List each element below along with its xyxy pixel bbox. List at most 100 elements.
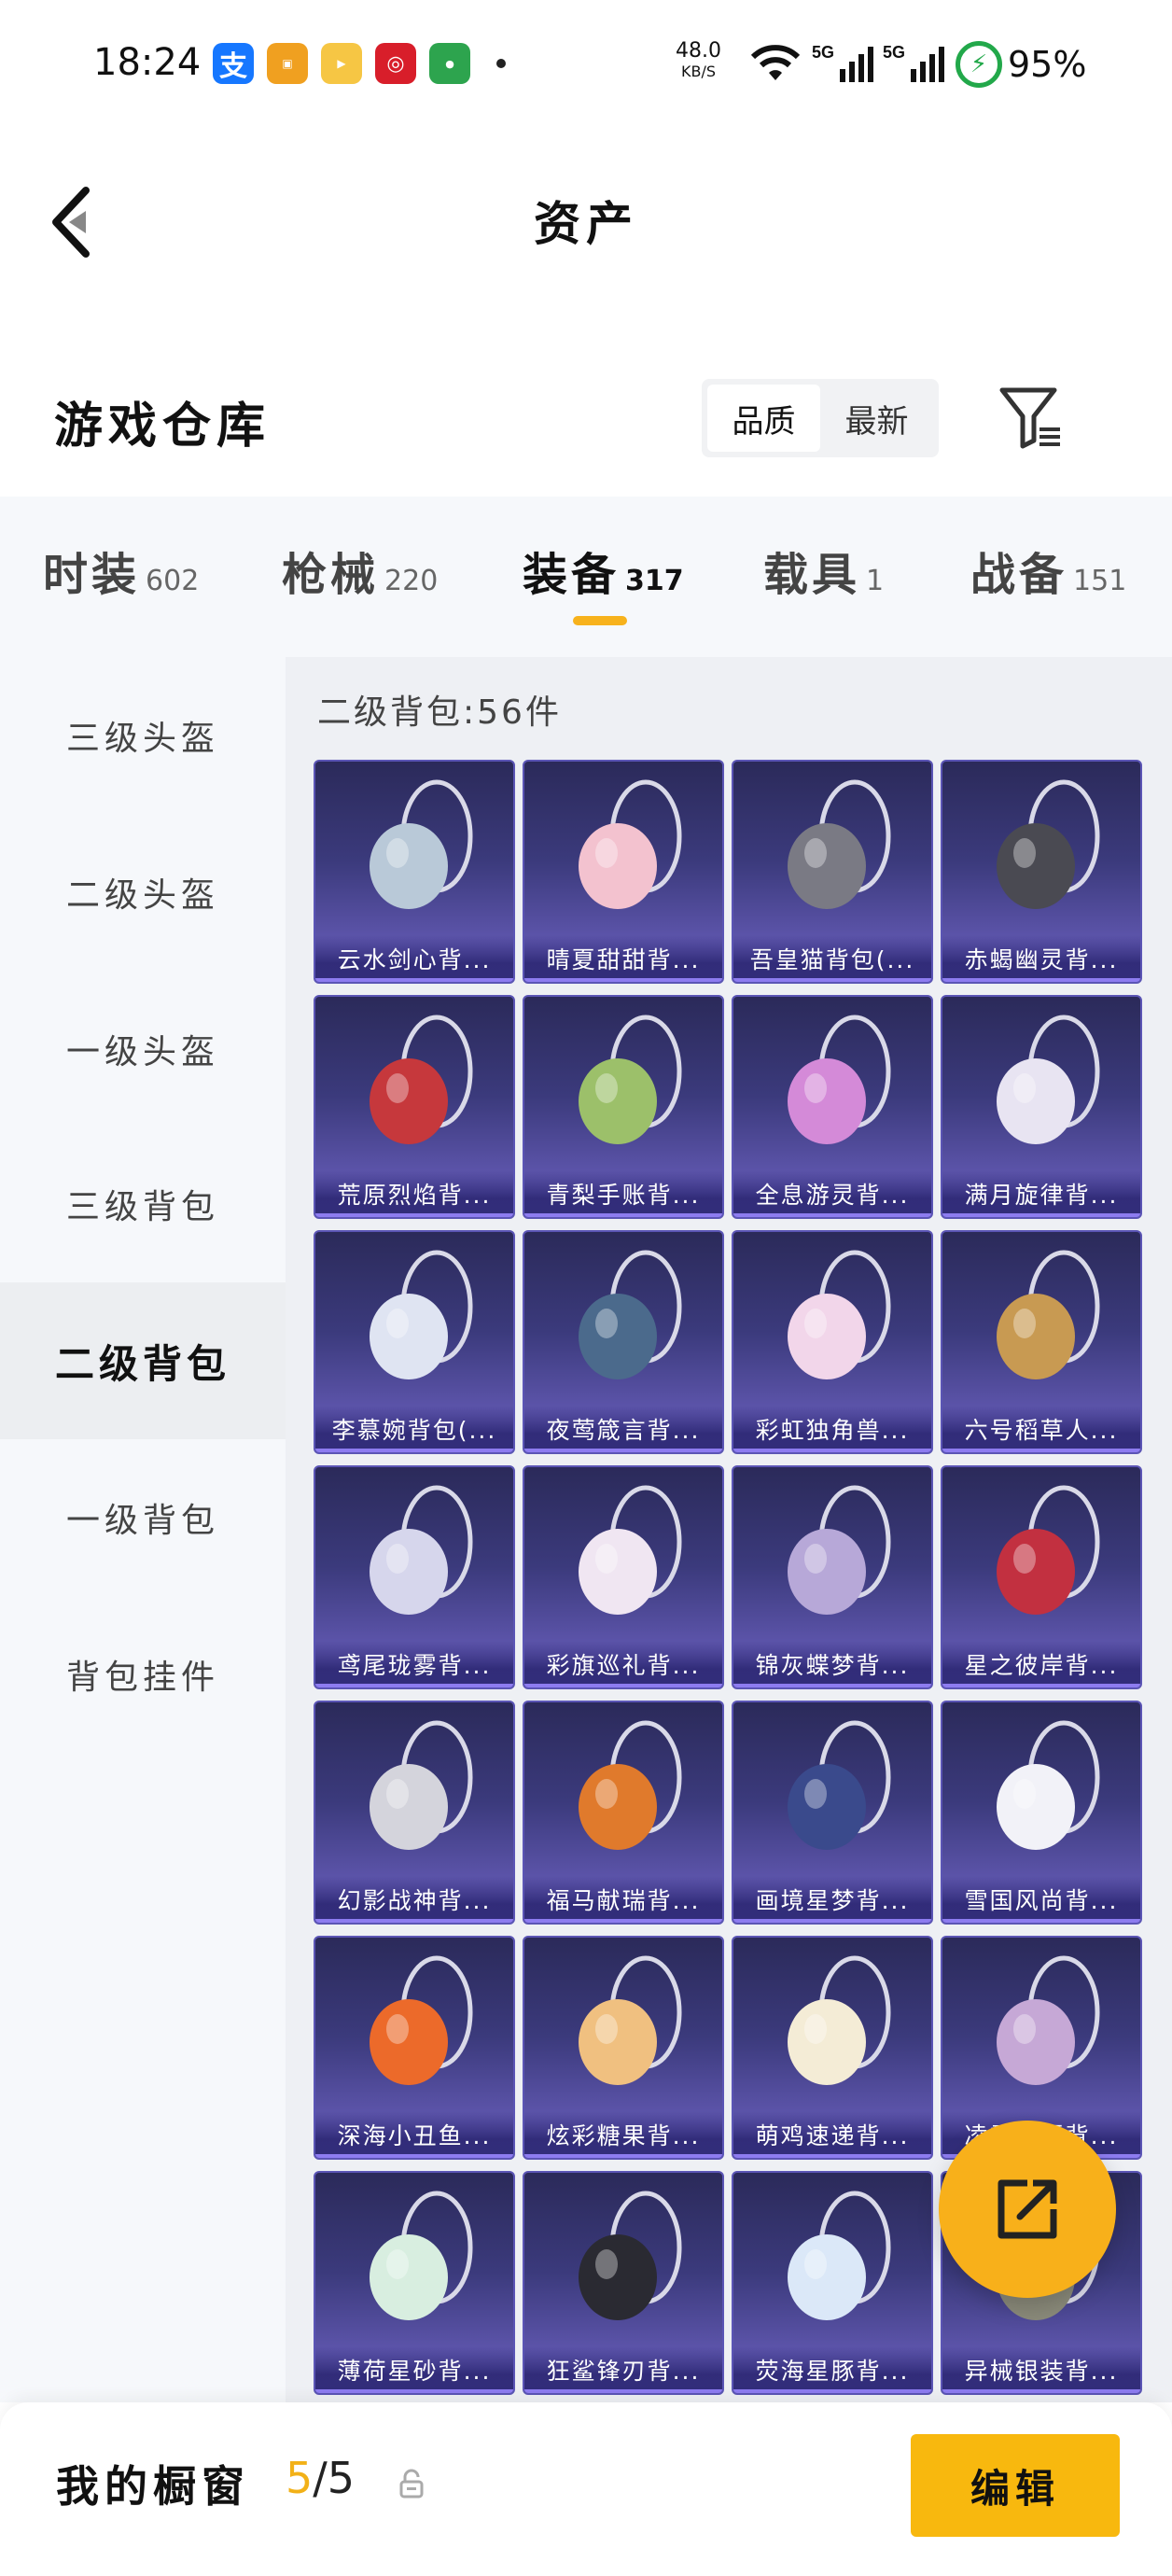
item-name: 锦灰蝶梦背... <box>733 1641 931 1687</box>
item-card[interactable]: 六号稻草人... <box>941 1230 1142 1454</box>
tab-battle-gear[interactable]: 战备 151 <box>970 538 1126 603</box>
signal-icon-2: 5G <box>883 41 948 88</box>
quality-bar <box>315 978 513 982</box>
backpack-icon <box>997 779 1100 909</box>
quality-bar <box>942 1919 1140 1923</box>
filter-button[interactable] <box>997 383 1067 454</box>
signal-icon-1: 5G <box>812 41 877 88</box>
sort-toggle: 品质 最新 <box>702 379 939 457</box>
item-card[interactable]: 荒原烈焰背... <box>314 995 515 1219</box>
backpack-icon <box>370 1250 473 1379</box>
sidebar-item-level1-backpack[interactable]: 一级背包 <box>0 1439 286 1596</box>
quality-bar <box>524 1449 722 1452</box>
item-name: 全息游灵背... <box>733 1170 931 1217</box>
item-card[interactable]: 彩虹独角兽... <box>732 1230 933 1454</box>
tab-count: 151 <box>1073 565 1127 597</box>
showcase-count: 5/5 <box>286 2453 355 2503</box>
item-card[interactable]: 福马献瑞背... <box>523 1701 724 1925</box>
sidebar-item-level2-helmet[interactable]: 二级头盔 <box>0 814 286 971</box>
signal-label-1: 5G <box>812 43 834 62</box>
backpack-icon <box>370 2191 473 2320</box>
sidebar-item-level3-helmet[interactable]: 三级头盔 <box>0 657 286 814</box>
network-speed: 48.0 KB/S <box>676 41 721 82</box>
item-card[interactable]: 云水剑心背... <box>314 760 515 984</box>
backpack-icon <box>997 1015 1100 1144</box>
item-name: 赤蝎幽灵背... <box>942 935 1140 982</box>
sort-by-quality[interactable]: 品质 <box>707 385 820 452</box>
status-time: 18:24 <box>93 41 202 84</box>
battery-indicator: ⚡ 95% <box>956 41 1086 88</box>
tab-firearms[interactable]: 枪械 220 <box>282 538 438 603</box>
tab-count: 220 <box>384 565 439 597</box>
backpack-icon <box>370 1955 473 2085</box>
item-name: 李慕婉背包(... <box>315 1406 513 1452</box>
item-card[interactable]: 薄荷星砂背... <box>314 2171 515 2395</box>
item-card[interactable]: 赤蝎幽灵背... <box>941 760 1142 984</box>
share-button[interactable] <box>939 2121 1116 2298</box>
quality-bar <box>942 978 1140 982</box>
item-card[interactable]: 深海小丑鱼... <box>314 1936 515 2160</box>
backpack-icon <box>788 1955 891 2085</box>
app-icon: ▣ <box>267 43 308 84</box>
item-name: 狂鲨锋刃背... <box>524 2346 722 2393</box>
item-card[interactable]: 李慕婉背包(... <box>314 1230 515 1454</box>
item-card[interactable]: 星之彼岸背... <box>941 1465 1142 1689</box>
share-external-icon <box>998 2179 1057 2239</box>
category-tabs: 时装 602 枪械 220 装备 317 载具 1 战备 151 <box>0 497 1172 657</box>
quality-bar <box>942 1213 1140 1217</box>
item-card[interactable]: 画境星梦背... <box>732 1701 933 1925</box>
showcase-label: 我的橱窗 <box>56 2461 250 2512</box>
sidebar: 三级头盔 二级头盔 一级头盔 三级背包 二级背包 一级背包 背包挂件 <box>0 657 286 2402</box>
tab-equipment[interactable]: 装备 317 <box>523 538 684 603</box>
sidebar-item-level1-helmet[interactable]: 一级头盔 <box>0 971 286 1127</box>
quality-bar <box>733 1449 931 1452</box>
item-card[interactable]: 荧海星豚背... <box>732 2171 933 2395</box>
bottom-bar: 我的橱窗 5/5 编辑 <box>0 2402 1172 2576</box>
edit-button[interactable]: 编辑 <box>911 2434 1120 2537</box>
sidebar-item-backpack-charm[interactable]: 背包挂件 <box>0 1596 286 1753</box>
item-name: 鸢尾珑雾背... <box>315 1641 513 1687</box>
item-card[interactable]: 满月旋律背... <box>941 995 1142 1219</box>
item-card[interactable]: 狂鲨锋刃背... <box>523 2171 724 2395</box>
item-card[interactable]: 夜莺箴言背... <box>523 1230 724 1454</box>
item-card[interactable]: 青梨手账背... <box>523 995 724 1219</box>
backpack-icon <box>579 1955 682 2085</box>
item-name: 深海小丑鱼... <box>315 2111 513 2158</box>
tab-label: 装备 <box>523 549 621 601</box>
item-name: 彩旗巡礼背... <box>524 1641 722 1687</box>
quality-bar <box>524 1684 722 1687</box>
tab-label: 时装 <box>43 549 141 601</box>
quality-bar <box>733 1684 931 1687</box>
sort-by-newest[interactable]: 最新 <box>820 385 933 452</box>
backpack-icon <box>997 1720 1100 1850</box>
item-card[interactable]: 晴夏甜甜背... <box>523 760 724 984</box>
item-card[interactable]: 鸢尾珑雾背... <box>314 1465 515 1689</box>
quality-bar <box>315 2154 513 2158</box>
backpack-icon <box>579 1015 682 1144</box>
backpack-icon <box>579 1720 682 1850</box>
item-name: 夜莺箴言背... <box>524 1406 722 1452</box>
item-card[interactable]: 吾皇猫背包(... <box>732 760 933 984</box>
item-card[interactable]: 全息游灵背... <box>732 995 933 1219</box>
item-card[interactable]: 萌鸡速递背... <box>732 1936 933 2160</box>
item-card[interactable]: 雪国风尚背... <box>941 1701 1142 1925</box>
quality-bar <box>524 1213 722 1217</box>
sidebar-item-level3-backpack[interactable]: 三级背包 <box>0 1126 286 1282</box>
quality-bar <box>942 1684 1140 1687</box>
quality-bar <box>733 1213 931 1217</box>
backpack-icon <box>997 1955 1100 2085</box>
item-name: 满月旋律背... <box>942 1170 1140 1217</box>
item-card[interactable]: 锦灰蝶梦背... <box>732 1465 933 1689</box>
network-speed-unit: KB/S <box>680 63 716 80</box>
sidebar-item-level2-backpack[interactable]: 二级背包 <box>0 1282 286 1439</box>
item-card[interactable]: 炫彩糖果背... <box>523 1936 724 2160</box>
tab-fashion[interactable]: 时装 602 <box>43 538 199 603</box>
item-card[interactable]: 幻影战神背... <box>314 1701 515 1925</box>
quality-bar <box>524 2389 722 2393</box>
tab-vehicles[interactable]: 载具 1 <box>763 538 884 603</box>
quality-bar <box>524 2154 722 2158</box>
tab-label: 战备 <box>970 549 1068 601</box>
backpack-icon <box>370 779 473 909</box>
item-card[interactable]: 彩旗巡礼背... <box>523 1465 724 1689</box>
tab-label: 枪械 <box>282 549 380 601</box>
